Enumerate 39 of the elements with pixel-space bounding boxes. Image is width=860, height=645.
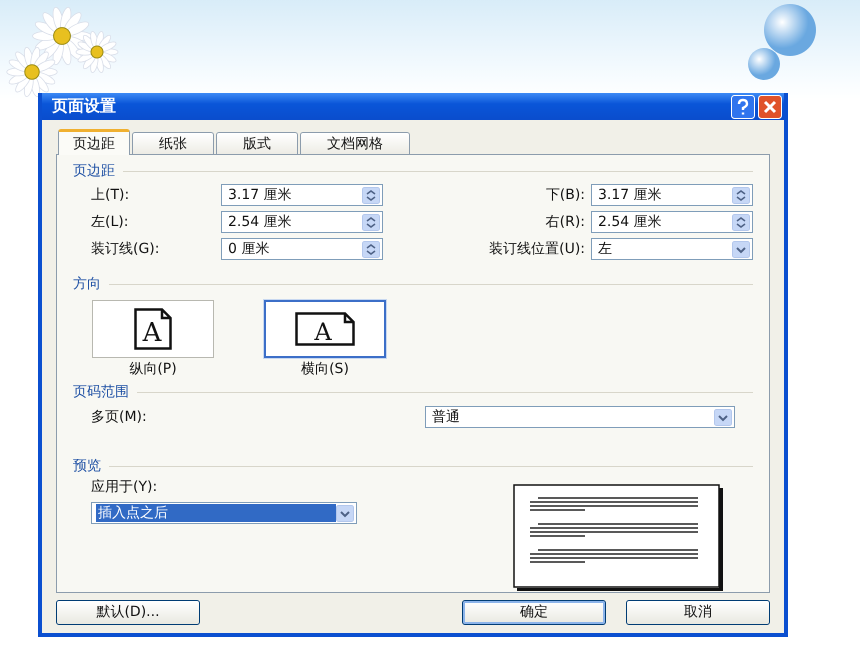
spin-arrows-icon[interactable]: [732, 186, 750, 204]
option-label: 横向(S): [301, 360, 349, 378]
field-label: 应用于(Y):: [91, 478, 158, 496]
dialog-button[interactable]: 取消: [626, 600, 770, 624]
field-label: 装订线位置(U):: [488, 240, 586, 259]
spin-field[interactable]: 2.54 厘米: [591, 211, 753, 233]
spin-arrows-icon[interactable]: [362, 214, 380, 230]
dropdown-field[interactable]: 普通: [425, 406, 735, 428]
section-heading: 方向: [73, 275, 101, 293]
section-heading: 页码范围: [73, 383, 129, 401]
help-icon[interactable]: [731, 94, 755, 118]
tab[interactable]: 纸张: [132, 132, 214, 154]
orientation-option[interactable]: A: [92, 300, 214, 358]
section-heading: 预览: [73, 457, 101, 475]
option-label: 纵向(P): [129, 360, 177, 378]
field-label: 右(R):: [544, 213, 586, 232]
tab[interactable]: 版式: [216, 132, 298, 154]
spin-field[interactable]: 3.17 厘米: [221, 184, 383, 206]
spin-field[interactable]: 0 厘米: [221, 238, 383, 260]
field-label: 下(B):: [544, 186, 586, 205]
close-icon[interactable]: [758, 94, 782, 118]
dropdown-field[interactable]: 左: [591, 238, 753, 260]
field-label: 左(L):: [91, 213, 130, 232]
tab[interactable]: 页边距: [58, 129, 130, 155]
spin-arrows-icon[interactable]: [362, 240, 380, 258]
dialog-button[interactable]: 默认(D)...: [56, 600, 200, 624]
spin-arrows-icon[interactable]: [732, 214, 750, 230]
spin-field[interactable]: 2.54 厘米: [221, 211, 383, 233]
window-title: 页面设置: [52, 96, 116, 117]
section-heading: 页边距: [73, 162, 115, 180]
tab[interactable]: 文档网格: [300, 132, 410, 154]
dialog-button[interactable]: 确定: [462, 600, 606, 624]
dropdown-field[interactable]: 插入点之后: [91, 502, 357, 524]
spin-field[interactable]: 3.17 厘米: [591, 184, 753, 206]
field-label: 多页(M):: [91, 408, 148, 426]
orientation-option[interactable]: A: [264, 300, 386, 358]
field-label: 上(T):: [91, 186, 130, 205]
field-label: 装订线(G):: [91, 240, 160, 259]
spin-arrows-icon[interactable]: [362, 186, 380, 204]
